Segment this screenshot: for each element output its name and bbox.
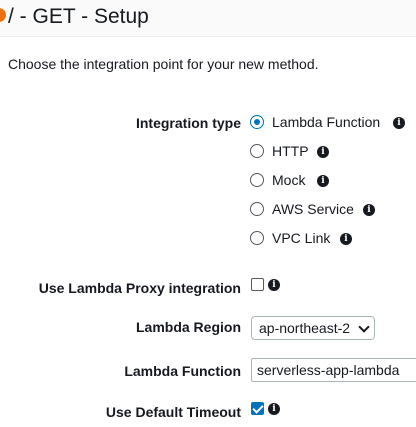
radio-vpc-link[interactable] — [250, 231, 264, 245]
option-http-label[interactable]: HTTP — [272, 143, 309, 159]
lambda-region-label: Lambda Region — [135, 319, 241, 335]
info-icon[interactable]: i — [363, 204, 375, 216]
chevron-down-icon — [358, 321, 370, 333]
info-icon[interactable]: i — [317, 146, 329, 158]
default-timeout-label: Use Default Timeout — [105, 404, 241, 420]
radio-lambda-function[interactable] — [250, 115, 264, 129]
proxy-integration-label: Use Lambda Proxy integration — [38, 280, 241, 296]
proxy-integration-checkbox[interactable] — [251, 278, 264, 291]
default-timeout-checkbox[interactable] — [251, 402, 264, 415]
page-header: / - GET - Setup — [0, 0, 416, 37]
page-title: / - GET - Setup — [8, 5, 149, 28]
intro-text: Choose the integration point for your ne… — [8, 56, 319, 72]
status-dot-icon — [0, 8, 6, 22]
option-lambda-function-label[interactable]: Lambda Function — [272, 114, 380, 130]
option-vpc-link-label[interactable]: VPC Link — [272, 230, 330, 246]
lambda-function-label: Lambda Function — [124, 363, 241, 379]
info-icon[interactable]: i — [317, 175, 329, 187]
radio-aws-service[interactable] — [250, 202, 264, 216]
info-icon[interactable]: i — [393, 117, 405, 129]
info-icon[interactable]: i — [268, 279, 280, 291]
radio-mock[interactable] — [250, 173, 264, 187]
option-mock-label[interactable]: Mock — [272, 172, 305, 188]
lambda-region-select[interactable]: ap-northeast-2 — [251, 316, 375, 340]
info-icon[interactable]: i — [268, 403, 280, 415]
radio-http[interactable] — [250, 144, 264, 158]
info-icon[interactable]: i — [340, 233, 352, 245]
integration-type-label: Integration type — [135, 115, 241, 131]
option-aws-service-label[interactable]: AWS Service — [272, 201, 354, 217]
lambda-region-value: ap-northeast-2 — [259, 320, 351, 336]
lambda-function-input[interactable]: serverless-app-lambda — [251, 358, 416, 382]
